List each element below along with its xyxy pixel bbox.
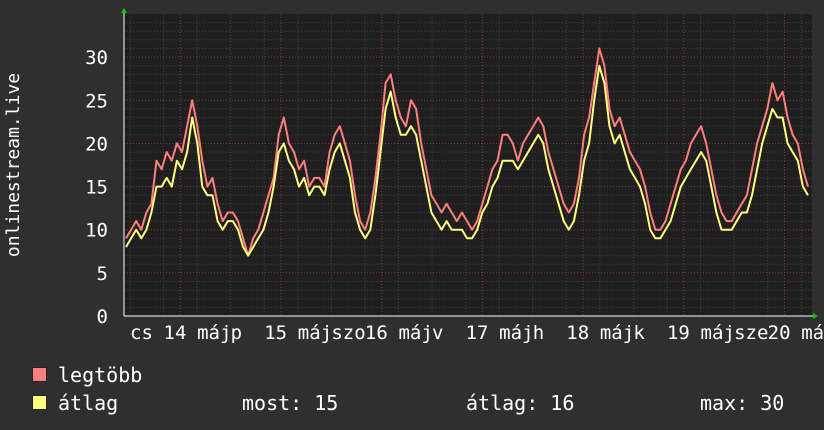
- x-tick-label: 16: [365, 322, 388, 344]
- legend: legtöbb átlag most: 15 átlag: 16 max: 30: [32, 362, 812, 422]
- x-axis-arrow: [813, 313, 818, 319]
- x-tick-label: máj: [197, 322, 231, 344]
- x-tick-label: szo: [331, 322, 365, 344]
- legend-label-max: legtöbb: [58, 363, 143, 387]
- x-tick-label: máj: [298, 322, 332, 344]
- stat-max: max: 30: [700, 391, 785, 415]
- y-axis-arrow: [121, 8, 127, 13]
- x-tick-label: k: [633, 322, 645, 344]
- y-tick-labels: 0 5 10 15 20 25 30: [85, 47, 108, 328]
- legend-swatch-avg: [32, 395, 47, 410]
- x-tick-label: 19: [667, 322, 690, 344]
- y-tick-label: 10: [85, 220, 108, 242]
- x-tick-label: máj: [600, 322, 634, 344]
- plot-area: [124, 14, 812, 316]
- y-tick-label: 15: [85, 177, 108, 199]
- x-tick-label: h: [533, 322, 544, 344]
- x-tick-label: cs: [130, 322, 153, 344]
- y-tick-label: 0: [97, 306, 108, 328]
- x-tick-label: máj: [398, 322, 432, 344]
- legend-swatch-max: [32, 367, 47, 382]
- x-tick-label: 14: [164, 322, 187, 344]
- stat-average: átlag: 16: [466, 391, 575, 415]
- x-tick-label: v: [432, 322, 443, 344]
- x-tick-label: p: [231, 322, 242, 344]
- line-chart: 051015202530 cs 14 máj p 15 máj szo 16 máj v 17 máj…: [85, 8, 824, 344]
- legend-item-max: legtöbb: [32, 362, 142, 388]
- x-tick-label: 18: [566, 322, 589, 344]
- chart-frame: onlinestream.live 0 5 10 15 20 25 30 cs 14 máj p 1…: [0, 0, 824, 430]
- legend-item-avg: átlag most: 15 átlag: 16 max: 30: [32, 390, 812, 416]
- y-tick-label: 25: [85, 90, 108, 112]
- x-tick-label: máj: [499, 322, 533, 344]
- x-tick-label: sze: [734, 322, 768, 344]
- legend-label-avg: átlag: [58, 391, 119, 415]
- x-tick-label: máj: [801, 322, 824, 344]
- x-tick-label: 17: [466, 322, 489, 344]
- x-tick-label: máj: [701, 322, 735, 344]
- y-tick-label: 20: [85, 133, 108, 155]
- x-tick-labels: cs 14 máj p 15 máj szo 16 máj v 17 máj h 18 máj k 19 máj s…: [130, 322, 824, 344]
- x-tick-label: 15: [264, 322, 287, 344]
- x-tick-label: 20: [768, 322, 791, 344]
- y-tick-label: 30: [85, 47, 108, 69]
- stat-now: most: 15: [242, 391, 339, 415]
- y-tick-label: 5: [97, 263, 108, 285]
